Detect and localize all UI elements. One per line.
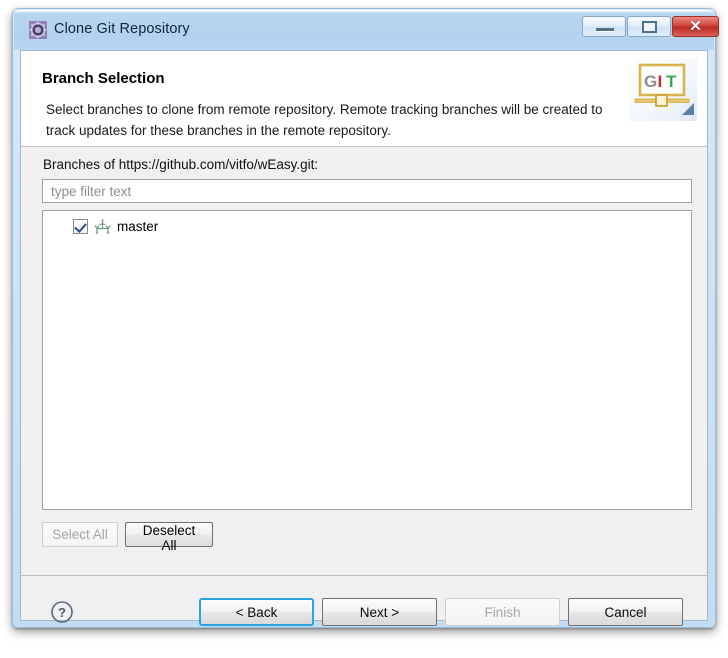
git-logo-icon: G I T bbox=[629, 59, 697, 121]
deselect-all-button[interactable]: Deselect All bbox=[125, 522, 213, 553]
branch-checkbox[interactable] bbox=[73, 218, 88, 234]
close-button[interactable]: ✕ bbox=[672, 16, 719, 37]
minimize-button[interactable] bbox=[582, 16, 626, 37]
git-branch-icon bbox=[94, 218, 111, 234]
wizard-page-header: Branch Selection Select branches to clon… bbox=[21, 51, 707, 147]
filter-input[interactable] bbox=[42, 179, 692, 203]
maximize-button[interactable] bbox=[627, 16, 671, 37]
dialog-window: Clone Git Repository ✕ Branch Selection … bbox=[12, 8, 719, 628]
dialog-client-area: Branch Selection Select branches to clon… bbox=[20, 50, 708, 626]
cancel-button[interactable]: Cancel bbox=[568, 598, 683, 626]
minimize-icon bbox=[596, 28, 614, 32]
title-bar[interactable]: Clone Git Repository ✕ bbox=[14, 10, 719, 50]
page-description: Select branches to clone from remote rep… bbox=[46, 102, 603, 138]
close-icon: ✕ bbox=[689, 18, 702, 35]
page-title: Branch Selection bbox=[42, 70, 165, 87]
finish-button[interactable]: Finish bbox=[445, 598, 560, 626]
tree-item-master[interactable]: master bbox=[43, 215, 691, 237]
next-button[interactable]: Next > bbox=[322, 598, 437, 626]
branch-name: master bbox=[117, 218, 159, 234]
footer-separator bbox=[21, 575, 707, 576]
svg-text:G: G bbox=[644, 72, 657, 91]
window-title: Clone Git Repository bbox=[54, 21, 190, 37]
maximize-icon bbox=[642, 21, 657, 33]
help-icon[interactable]: ? bbox=[50, 600, 74, 624]
branches-label: Branches of https://github.com/vitfo/wEa… bbox=[43, 157, 319, 172]
back-button[interactable]: < Back bbox=[199, 598, 314, 626]
svg-text:T: T bbox=[666, 72, 677, 91]
select-all-button[interactable]: Select All bbox=[42, 522, 118, 547]
svg-text:I: I bbox=[658, 72, 663, 91]
svg-text:?: ? bbox=[58, 605, 66, 620]
gear-aperture-icon bbox=[29, 21, 47, 39]
branch-tree-list[interactable]: master bbox=[42, 210, 692, 510]
